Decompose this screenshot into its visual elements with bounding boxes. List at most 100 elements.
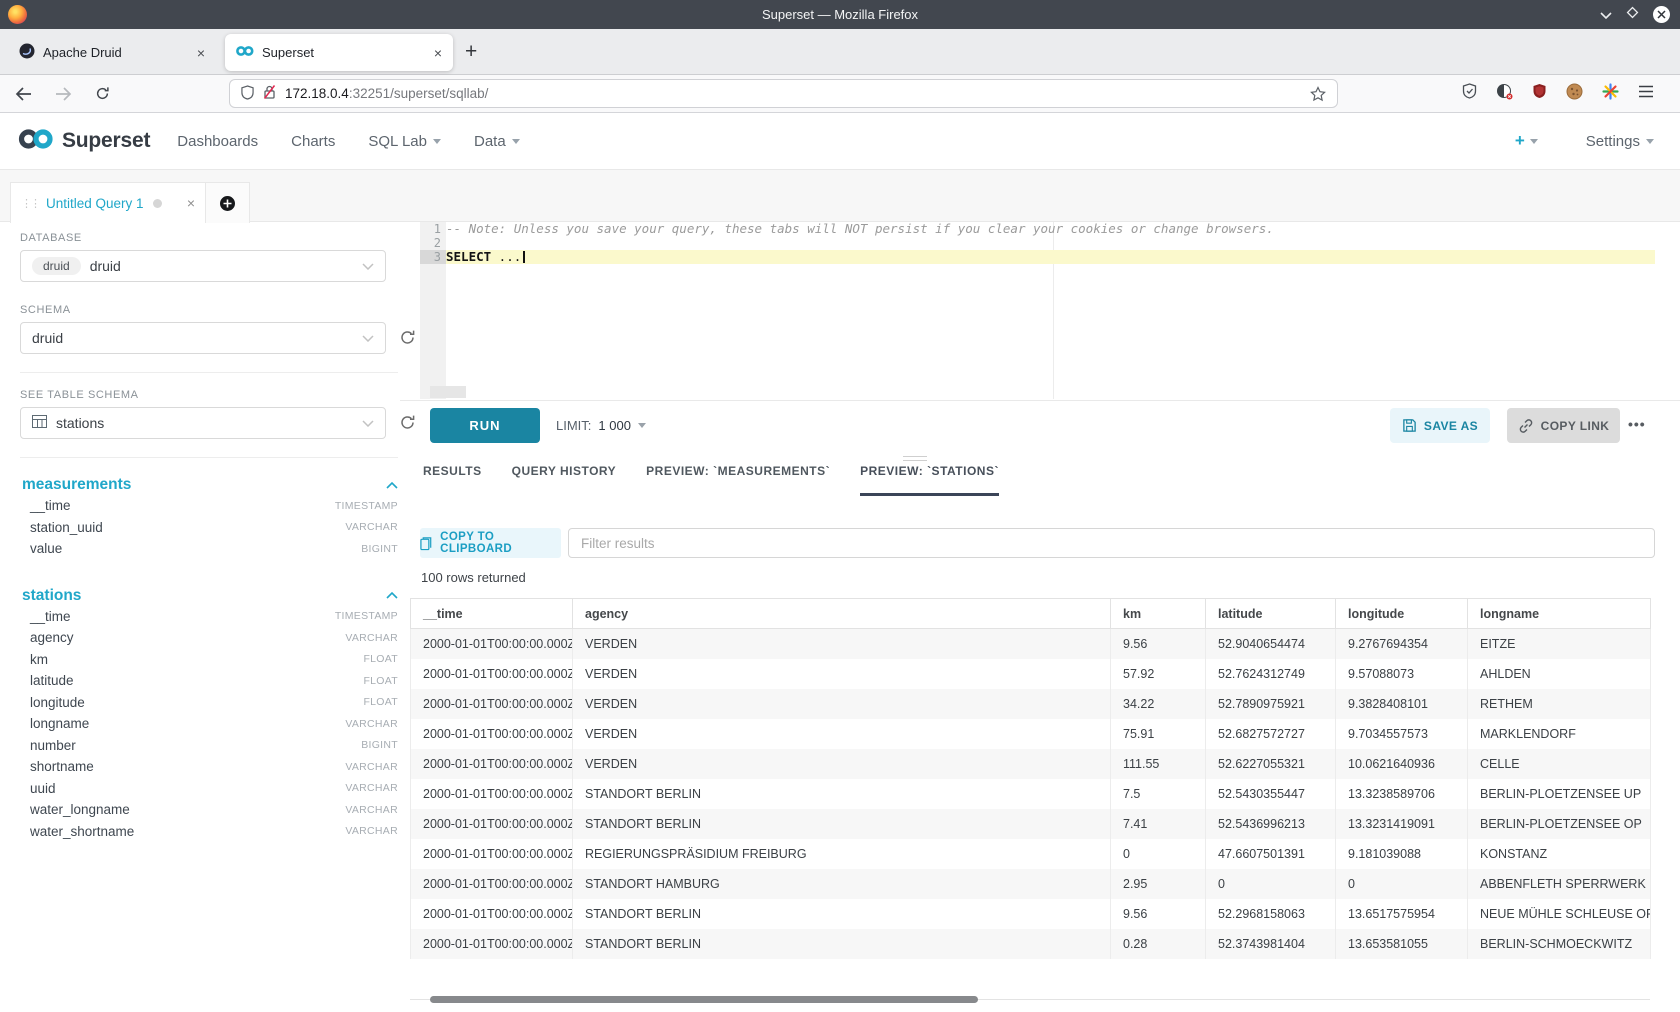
- window-close-button[interactable]: [1653, 6, 1670, 23]
- table-cell: 111.55: [1111, 749, 1206, 779]
- table-cell: VERDEN: [573, 629, 1111, 659]
- table-cell: BERLIN-PLOETZENSEE UP: [1468, 779, 1651, 809]
- schema-select-value: druid: [32, 330, 63, 346]
- refresh-schemas-button[interactable]: [399, 329, 416, 346]
- table-cell: 0.28: [1111, 929, 1206, 959]
- window-maximize-icon[interactable]: [1626, 6, 1639, 24]
- table-row[interactable]: 2000-01-01T00:00:00.000ZREGIERUNGSPRÄSID…: [411, 839, 1651, 869]
- column-header-longname[interactable]: longname: [1468, 599, 1651, 629]
- limit-dropdown[interactable]: LIMIT: 1 000: [556, 408, 646, 443]
- schema-select[interactable]: druid: [20, 322, 386, 354]
- table-row[interactable]: 2000-01-01T00:00:00.000ZSTANDORT BERLIN9…: [411, 899, 1651, 929]
- line-number: 1: [420, 222, 446, 236]
- drag-handle-icon[interactable]: ⋮⋮: [21, 197, 39, 210]
- tab-close-icon[interactable]: ×: [189, 45, 205, 61]
- schema-table-header-stations[interactable]: stations: [22, 586, 398, 606]
- copy-link-button[interactable]: COPY LINK: [1507, 408, 1620, 443]
- collapse-icon[interactable]: [386, 592, 398, 599]
- table-cell: 9.181039088: [1336, 839, 1468, 869]
- column-header-agency[interactable]: agency: [573, 599, 1111, 629]
- save-as-button[interactable]: SAVE AS: [1390, 408, 1490, 443]
- collapse-icon[interactable]: [386, 482, 398, 489]
- extension-icons: [1462, 83, 1654, 105]
- cookie-extension-icon[interactable]: [1566, 83, 1583, 105]
- more-actions-button[interactable]: •••: [1628, 408, 1646, 443]
- table-cell: VERDEN: [573, 659, 1111, 689]
- menu-icon[interactable]: [1638, 85, 1654, 103]
- table-row[interactable]: 2000-01-01T00:00:00.000ZVERDEN57.9252.76…: [411, 659, 1651, 689]
- table-cell: 52.3743981404: [1206, 929, 1336, 959]
- superset-logo-icon[interactable]: [18, 127, 55, 156]
- pane-resize-handle[interactable]: [903, 456, 927, 461]
- settings-menu[interactable]: Settings: [1586, 133, 1654, 150]
- query-tab-close-icon[interactable]: ×: [187, 195, 195, 211]
- column-name: station_uuid: [30, 520, 103, 535]
- column-header-longitude[interactable]: longitude: [1336, 599, 1468, 629]
- dark-mode-extension-icon[interactable]: [1496, 83, 1513, 105]
- bookmark-star-icon[interactable]: [1310, 86, 1326, 102]
- add-query-tab-button[interactable]: [205, 182, 250, 223]
- results-tab-query-history[interactable]: QUERY HISTORY: [512, 464, 617, 496]
- table-row[interactable]: 2000-01-01T00:00:00.000ZVERDEN75.9152.68…: [411, 719, 1651, 749]
- table-row[interactable]: 2000-01-01T00:00:00.000ZSTANDORT BERLIN7…: [411, 809, 1651, 839]
- results-tab-results[interactable]: RESULTS: [423, 464, 482, 496]
- sql-editor[interactable]: -- Note: Unless you save your query, the…: [446, 222, 1655, 399]
- nav-item-dashboards[interactable]: Dashboards: [177, 133, 258, 150]
- nav-item-data[interactable]: Data: [474, 133, 520, 150]
- horizontal-scrollbar-thumb[interactable]: [430, 996, 978, 1003]
- table-row[interactable]: 2000-01-01T00:00:00.000ZVERDEN9.5652.904…: [411, 629, 1651, 659]
- refresh-tables-button[interactable]: [399, 414, 416, 431]
- copy-to-clipboard-button[interactable]: COPY TO CLIPBOARD: [420, 528, 561, 558]
- column-header-time[interactable]: __time: [411, 599, 573, 629]
- superset-wordmark[interactable]: Superset: [62, 129, 150, 153]
- run-button[interactable]: RUN: [430, 408, 540, 443]
- column-header-latitude[interactable]: latitude: [1206, 599, 1336, 629]
- table-row[interactable]: 2000-01-01T00:00:00.000ZSTANDORT BERLIN0…: [411, 929, 1651, 959]
- nav-right: + Settings: [1515, 131, 1654, 151]
- url-bar[interactable]: 172.18.0.4:32251/superset/sqllab/: [229, 79, 1338, 108]
- results-tabbar: RESULTS QUERY HISTORY PREVIEW: `MEASUREMEN…: [423, 464, 999, 496]
- tab-close-icon[interactable]: ×: [426, 45, 442, 61]
- table-cell: 34.22: [1111, 689, 1206, 719]
- database-type-pill: druid: [32, 257, 81, 275]
- table-select[interactable]: stations: [20, 407, 386, 439]
- schema-table-header-measurements[interactable]: measurements: [22, 475, 398, 495]
- query-tab-untitled-query-1[interactable]: ⋮⋮ Untitled Query 1 ×: [10, 182, 206, 223]
- forward-button[interactable]: [55, 87, 72, 101]
- table-row[interactable]: 2000-01-01T00:00:00.000ZVERDEN111.5552.6…: [411, 749, 1651, 779]
- tracking-shield-icon[interactable]: [241, 85, 254, 103]
- row-count-text: 100 rows returned: [421, 570, 526, 585]
- results-tab-preview-stations[interactable]: PREVIEW: `STATIONS`: [860, 464, 999, 496]
- reload-button[interactable]: [95, 86, 110, 101]
- database-select[interactable]: druid druid: [20, 250, 386, 282]
- table-cell: 2000-01-01T00:00:00.000Z: [411, 629, 573, 659]
- divider: [20, 372, 398, 373]
- editor-scrollbar-thumb[interactable]: [430, 386, 466, 398]
- chevron-down-icon: [362, 263, 374, 270]
- table-cell: AHLDEN: [1468, 659, 1651, 689]
- consent-manager-extension-icon[interactable]: [1602, 83, 1619, 105]
- browser-tab-superset[interactable]: Superset ×: [225, 34, 453, 71]
- table-row[interactable]: 2000-01-01T00:00:00.000ZSTANDORT HAMBURG…: [411, 869, 1651, 899]
- add-new-button[interactable]: +: [1515, 131, 1538, 151]
- new-tab-button[interactable]: +: [465, 38, 477, 66]
- table-cell: 2000-01-01T00:00:00.000Z: [411, 809, 573, 839]
- nav-item-sql-lab[interactable]: SQL Lab: [368, 133, 441, 150]
- back-button[interactable]: [15, 87, 32, 101]
- table-row[interactable]: 2000-01-01T00:00:00.000ZVERDEN34.2252.78…: [411, 689, 1651, 719]
- insecure-lock-icon[interactable]: [263, 84, 276, 103]
- column-header-km[interactable]: km: [1111, 599, 1206, 629]
- table-header-row: __timeagencykmlatitudelongitudelongname: [411, 599, 1651, 629]
- table-row[interactable]: 2000-01-01T00:00:00.000ZSTANDORT BERLIN7…: [411, 779, 1651, 809]
- browser-tab-apache-druid[interactable]: Apache Druid ×: [8, 34, 216, 71]
- table-cell: 9.56: [1111, 899, 1206, 929]
- column-type: TIMESTAMP: [335, 610, 398, 622]
- table-cell: 2000-01-01T00:00:00.000Z: [411, 659, 573, 689]
- schema-column-row: shortnameVARCHAR: [30, 756, 398, 778]
- filter-results-input[interactable]: [568, 528, 1655, 558]
- results-tab-preview-measurements[interactable]: PREVIEW: `MEASUREMENTS`: [646, 464, 830, 496]
- nav-item-charts[interactable]: Charts: [291, 133, 335, 150]
- privacy-shield-extension-icon[interactable]: [1462, 83, 1477, 104]
- ublock-extension-icon[interactable]: [1532, 83, 1547, 104]
- window-shade-chevron-icon[interactable]: [1600, 6, 1612, 24]
